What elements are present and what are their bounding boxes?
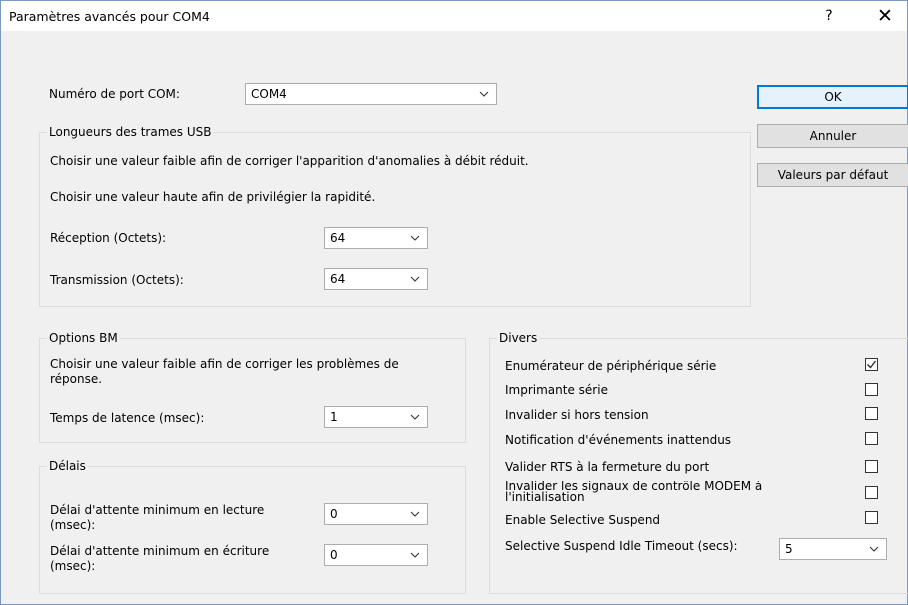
chevron-down-icon: [410, 414, 420, 420]
latency-value: 1: [330, 410, 338, 424]
rx-select[interactable]: 64: [324, 227, 428, 249]
usb-hint-low: Choisir une valeur faible afin de corrig…: [50, 154, 529, 168]
defaults-button[interactable]: Valeurs par défaut: [757, 163, 908, 187]
misc-option-label: Invalider les signaux de contrôle MODEM …: [505, 481, 763, 504]
help-icon[interactable]: ?: [819, 6, 839, 26]
usb-hint-high: Choisir une valeur haute afin de privilé…: [50, 190, 376, 204]
misc-option-checkbox[interactable]: [865, 460, 878, 473]
cancel-button[interactable]: Annuler: [757, 124, 908, 148]
latency-label: Temps de latence (msec):: [50, 411, 205, 425]
misc-option-label: Valider RTS à la fermeture du port: [505, 460, 710, 474]
chevron-down-icon: [410, 276, 420, 282]
bm-hint: Choisir une valeur faible afin de corrig…: [50, 357, 399, 386]
read-timeout-label: Délai d'attente minimum en lecture (msec…: [50, 503, 265, 532]
misc-option-checkbox[interactable]: [865, 486, 878, 499]
latency-select[interactable]: 1: [324, 406, 428, 428]
misc-option-checkbox[interactable]: [865, 383, 878, 396]
tx-value: 64: [330, 272, 346, 286]
usb-group-legend: Longueurs des trames USB: [47, 125, 214, 139]
chevron-down-icon: [410, 511, 420, 517]
rx-value: 64: [330, 231, 346, 245]
misc-option-checkbox[interactable]: [865, 358, 878, 371]
write-timeout-value: 0: [330, 548, 338, 562]
ok-button[interactable]: OK: [757, 85, 908, 109]
window-title: Paramètres avancés pour COM4: [9, 9, 210, 24]
misc-option-label: Enable Selective Suspend: [505, 513, 661, 527]
misc-option-label: Enumérateur de périphérique série: [505, 359, 717, 373]
write-timeout-label: Délai d'attente minimum en écriture (mse…: [50, 544, 270, 573]
chevron-down-icon: [410, 552, 420, 558]
write-timeout-select[interactable]: 0: [324, 544, 428, 566]
port-value: COM4: [251, 87, 287, 101]
checkmark-icon: [867, 360, 877, 369]
misc-option-checkbox[interactable]: [865, 511, 878, 524]
idle-timeout-label: Selective Suspend Idle Timeout (secs):: [505, 539, 738, 553]
read-timeout-select[interactable]: 0: [324, 503, 428, 525]
dialog-window: Paramètres avancés pour COM4 ? ✕ Numéro …: [0, 0, 908, 605]
rx-label: Réception (Octets):: [50, 231, 167, 245]
timeouts-group-legend: Délais: [47, 459, 88, 473]
close-icon[interactable]: ✕: [867, 3, 903, 29]
misc-option-label: Invalider si hors tension: [505, 408, 649, 422]
misc-option-checkbox[interactable]: [865, 432, 878, 445]
chevron-down-icon: [479, 91, 489, 97]
chevron-down-icon: [410, 235, 420, 241]
misc-option-checkbox[interactable]: [865, 407, 878, 420]
chevron-down-icon: [869, 546, 879, 552]
idle-timeout-select[interactable]: 5: [779, 538, 887, 560]
misc-option-label: Notification d'événements inattendus: [505, 433, 732, 447]
bm-group-legend: Options BM: [47, 331, 120, 345]
read-timeout-value: 0: [330, 507, 338, 521]
title-bar: Paramètres avancés pour COM4 ? ✕: [1, 1, 907, 31]
tx-label: Transmission (Octets):: [50, 273, 184, 287]
tx-select[interactable]: 64: [324, 268, 428, 290]
port-select[interactable]: COM4: [245, 83, 497, 105]
misc-group-legend: Divers: [497, 331, 540, 345]
misc-option-label: Imprimante série: [505, 383, 608, 397]
idle-timeout-value: 5: [785, 542, 793, 556]
port-label: Numéro de port COM:: [49, 87, 180, 101]
